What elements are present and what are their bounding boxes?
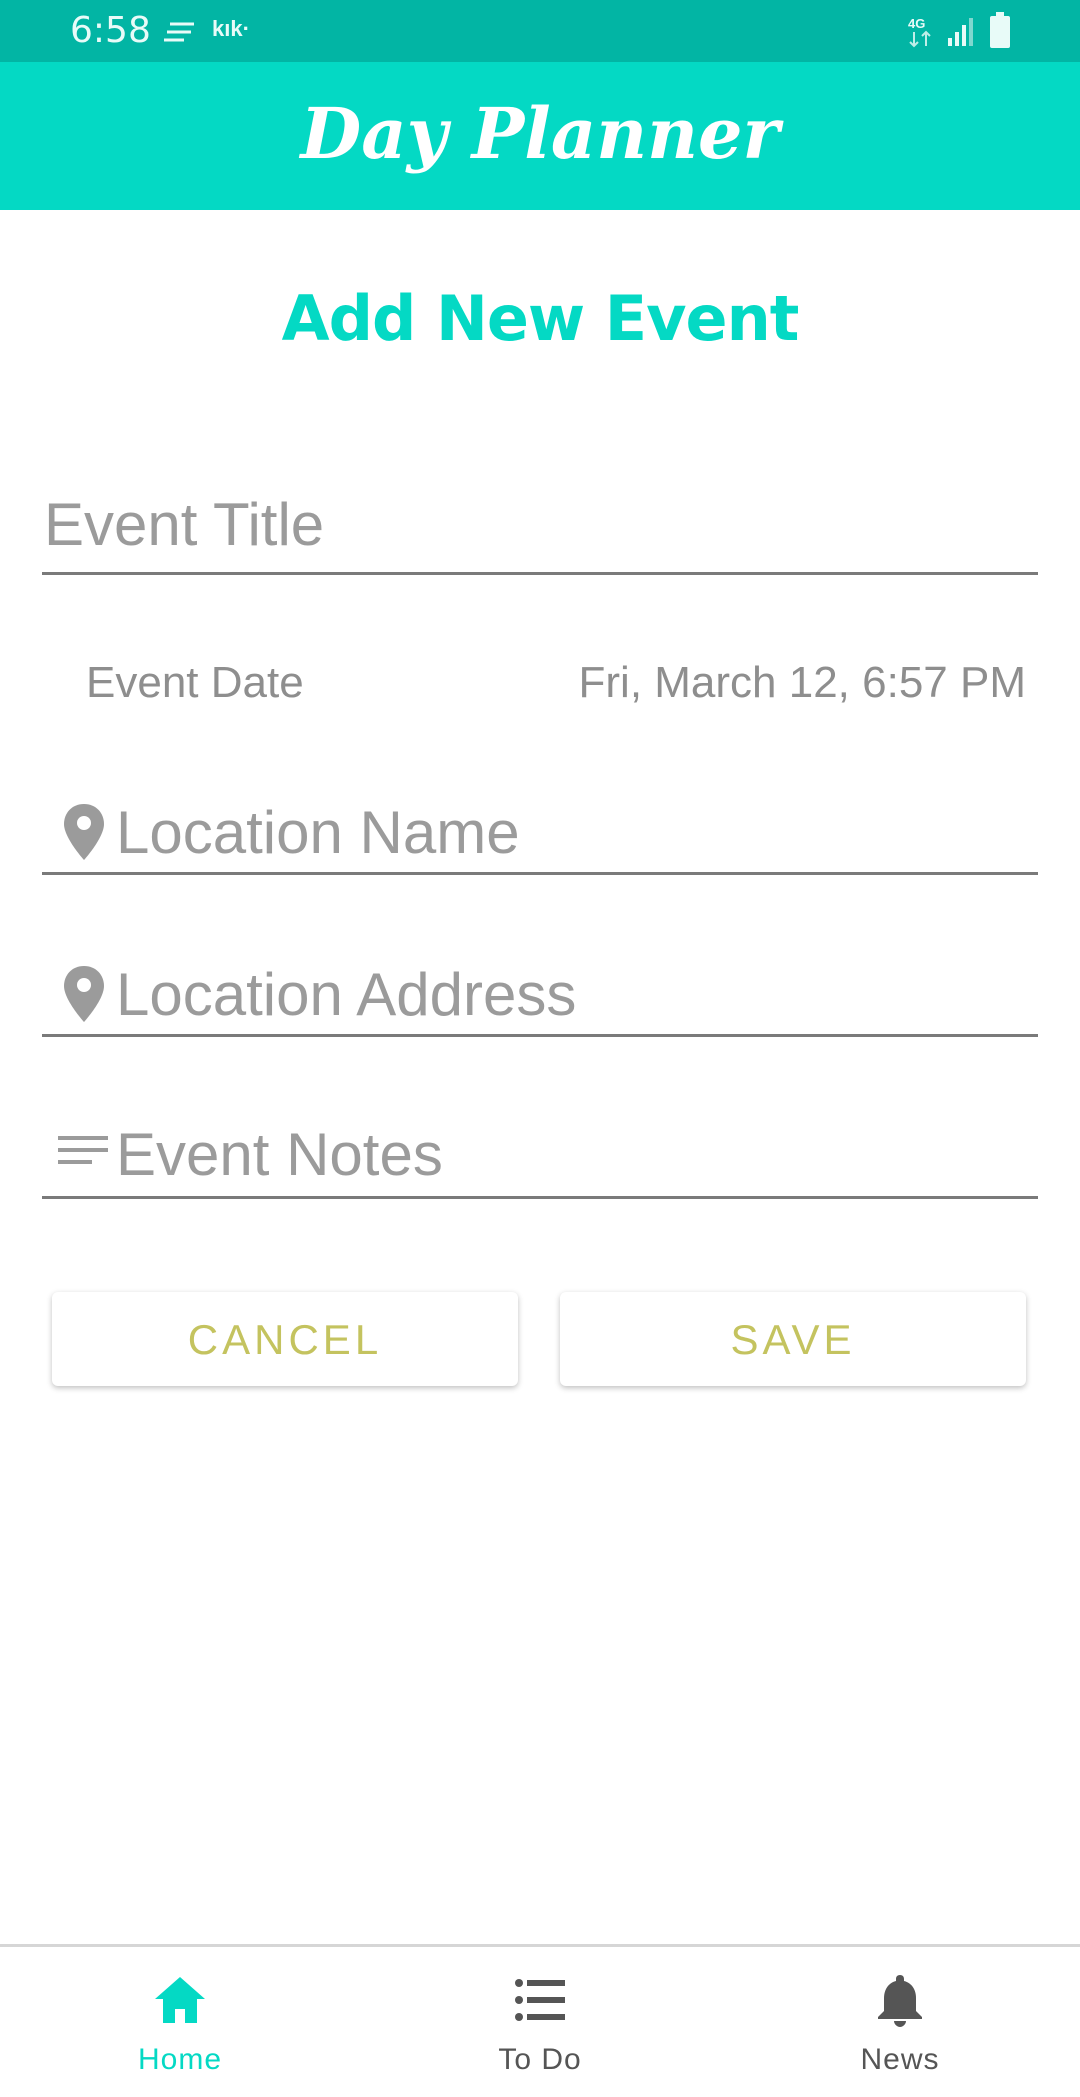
location-address-input[interactable]: Location Address — [42, 952, 1038, 1037]
event-notes-input[interactable]: Event Notes — [42, 1112, 1038, 1199]
page-title: Add New Event — [281, 282, 800, 355]
bottom-navigation: Home To Do News — [0, 1944, 1080, 2097]
location-pin-icon — [64, 804, 104, 860]
notification-lines-icon — [164, 22, 194, 42]
mobile-data-icon: 4G — [908, 16, 931, 48]
home-icon — [155, 1977, 205, 2023]
battery-icon — [990, 12, 1010, 48]
bell-icon — [878, 1975, 922, 2027]
nav-label-home: Home — [137, 2043, 223, 2076]
location-address-placeholder: Location Address — [116, 961, 577, 1028]
event-notes-placeholder: Event Notes — [116, 1121, 443, 1188]
status-time: 6:58 — [70, 10, 151, 51]
location-pin-icon — [64, 966, 104, 1022]
nav-item-todo[interactable]: To Do — [360, 1947, 720, 2097]
save-button[interactable]: SAVE — [560, 1292, 1026, 1386]
app-title: Day Planner — [300, 92, 780, 175]
nav-item-home[interactable]: Home — [0, 1947, 360, 2097]
location-name-placeholder: Location Name — [116, 799, 520, 866]
nav-item-news[interactable]: News — [720, 1947, 1080, 2097]
kik-notification-icon: kık· — [212, 16, 250, 41]
status-bar: 6:58 kık· 4G — [0, 0, 1080, 62]
app-bar: Day Planner — [0, 62, 1080, 210]
event-title-placeholder: Event Title — [44, 491, 325, 558]
nav-label-news: News — [860, 2043, 940, 2076]
signal-icon — [948, 18, 973, 46]
event-title-input[interactable]: Event Title — [42, 480, 1038, 575]
svg-text:4G: 4G — [908, 16, 925, 31]
cancel-button[interactable]: CANCEL — [52, 1292, 518, 1386]
location-name-input[interactable]: Location Name — [42, 790, 1038, 875]
event-date-picker[interactable]: Fri, March 12, 6:57 PM — [579, 658, 1026, 708]
list-icon — [515, 1979, 565, 2021]
notes-lines-icon — [58, 1136, 108, 1164]
event-date-label: Event Date — [86, 658, 304, 707]
nav-label-todo: To Do — [498, 2043, 582, 2076]
